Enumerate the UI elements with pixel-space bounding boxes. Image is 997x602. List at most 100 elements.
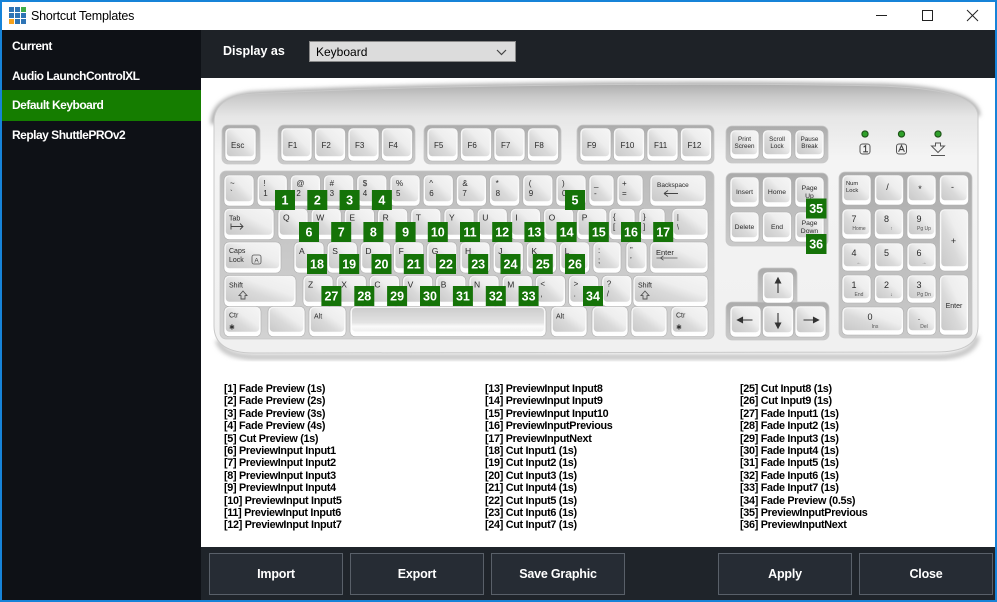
svg-text:<: <	[540, 280, 545, 289]
svg-text:V: V	[408, 280, 414, 290]
svg-text:25: 25	[536, 257, 550, 271]
svg-text:Ctr: Ctr	[229, 313, 239, 320]
svg-text:28: 28	[357, 289, 371, 303]
svg-text:Home: Home	[852, 226, 866, 232]
svg-text:+: +	[951, 236, 956, 246]
svg-text:27: 27	[324, 289, 338, 303]
svg-text:A: A	[299, 246, 305, 256]
svg-text:1: 1	[282, 193, 289, 207]
svg-text:Lock: Lock	[770, 143, 784, 150]
svg-text:36: 36	[809, 237, 823, 251]
svg-text:14: 14	[560, 225, 574, 239]
svg-text:6: 6	[916, 248, 921, 258]
svg-text:P: P	[582, 213, 588, 223]
svg-text:3: 3	[346, 193, 353, 207]
svg-text:↑: ↑	[890, 226, 893, 232]
svg-text:18: 18	[310, 257, 324, 271]
svg-text:Y: Y	[449, 213, 455, 223]
svg-text:Down: Down	[801, 228, 819, 235]
svg-text:!: !	[263, 179, 265, 188]
svg-text:+: +	[622, 179, 627, 188]
svg-text:17: 17	[656, 225, 670, 239]
svg-text:Insert: Insert	[736, 189, 753, 196]
svg-text:8: 8	[370, 225, 377, 239]
svg-text:4: 4	[851, 248, 856, 258]
svg-text:F2: F2	[322, 141, 332, 150]
svg-text:Home: Home	[768, 189, 786, 196]
svg-text:8: 8	[496, 189, 501, 198]
svg-text:26: 26	[568, 257, 582, 271]
svg-text:_: _	[593, 179, 599, 188]
svg-text:11: 11	[463, 225, 476, 239]
svg-text:Caps: Caps	[229, 248, 246, 255]
svg-text:13: 13	[527, 225, 541, 239]
svg-text:24: 24	[504, 257, 518, 271]
svg-text:Z: Z	[308, 280, 313, 290]
svg-text:F3: F3	[355, 141, 365, 150]
svg-text:16: 16	[624, 225, 638, 239]
svg-text:5: 5	[884, 248, 889, 258]
svg-text:W: W	[316, 213, 324, 223]
svg-text:’: ’	[630, 256, 632, 265]
svg-text:*: *	[496, 179, 499, 188]
svg-text:N: N	[474, 280, 480, 290]
svg-text:^: ^	[429, 179, 433, 188]
svg-text:Alt: Alt	[314, 314, 322, 321]
svg-text:Alt: Alt	[556, 314, 564, 321]
svg-text:Lock: Lock	[229, 257, 244, 264]
svg-text:Backspace: Backspace	[657, 182, 689, 189]
svg-text:|: |	[677, 215, 679, 222]
svg-text:M: M	[507, 280, 514, 290]
svg-text:33: 33	[522, 289, 536, 303]
svg-text:5: 5	[572, 193, 579, 207]
svg-text:I: I	[515, 213, 517, 223]
svg-text:32: 32	[489, 289, 503, 303]
svg-text:F11: F11	[654, 141, 668, 150]
svg-text:←: ←	[857, 260, 862, 266]
svg-text:12: 12	[495, 225, 509, 239]
svg-text:F1: F1	[288, 141, 298, 150]
svg-text:Esc: Esc	[231, 141, 244, 150]
svg-text:34: 34	[586, 289, 600, 303]
svg-text:?: ?	[607, 280, 612, 289]
svg-text:F: F	[399, 246, 404, 256]
svg-text:✱: ✱	[676, 324, 682, 332]
svg-text:5: 5	[396, 189, 401, 198]
svg-text:S: S	[332, 246, 338, 256]
svg-text:F7: F7	[501, 141, 511, 150]
svg-text:6: 6	[306, 225, 313, 239]
svg-text:6: 6	[429, 189, 434, 198]
svg-text:0: 0	[867, 312, 872, 322]
svg-text:2: 2	[296, 189, 301, 198]
svg-text:F10: F10	[621, 141, 635, 150]
svg-text:A: A	[254, 258, 259, 265]
svg-text:3: 3	[330, 189, 335, 198]
svg-text:4: 4	[363, 189, 368, 198]
svg-text:8: 8	[884, 214, 889, 224]
svg-text:↓: ↓	[890, 292, 893, 298]
svg-text:4: 4	[378, 193, 385, 207]
svg-text:15: 15	[592, 225, 606, 239]
svg-text:%: %	[396, 179, 403, 188]
svg-text:Tab: Tab	[229, 216, 240, 223]
svg-text:]: ]	[643, 223, 645, 232]
svg-text:35: 35	[809, 202, 823, 216]
svg-text:1: 1	[851, 280, 856, 290]
svg-text:Page: Page	[802, 220, 818, 227]
svg-text:&: &	[462, 179, 468, 188]
svg-text:`: `	[230, 189, 233, 198]
svg-text:E: E	[349, 213, 355, 223]
svg-text:): )	[562, 179, 565, 188]
svg-text:Enter: Enter	[946, 303, 963, 310]
svg-text:7: 7	[851, 214, 856, 224]
svg-text:F6: F6	[468, 141, 478, 150]
svg-text:(: (	[529, 179, 532, 188]
svg-text:Q: Q	[283, 213, 290, 223]
svg-text:9: 9	[529, 189, 534, 198]
svg-text:31: 31	[456, 289, 470, 303]
svg-text:>: >	[574, 280, 579, 289]
svg-text:29: 29	[390, 289, 404, 303]
svg-text:@: @	[296, 179, 304, 188]
svg-text:F4: F4	[389, 141, 399, 150]
svg-text:}: }	[643, 213, 646, 222]
